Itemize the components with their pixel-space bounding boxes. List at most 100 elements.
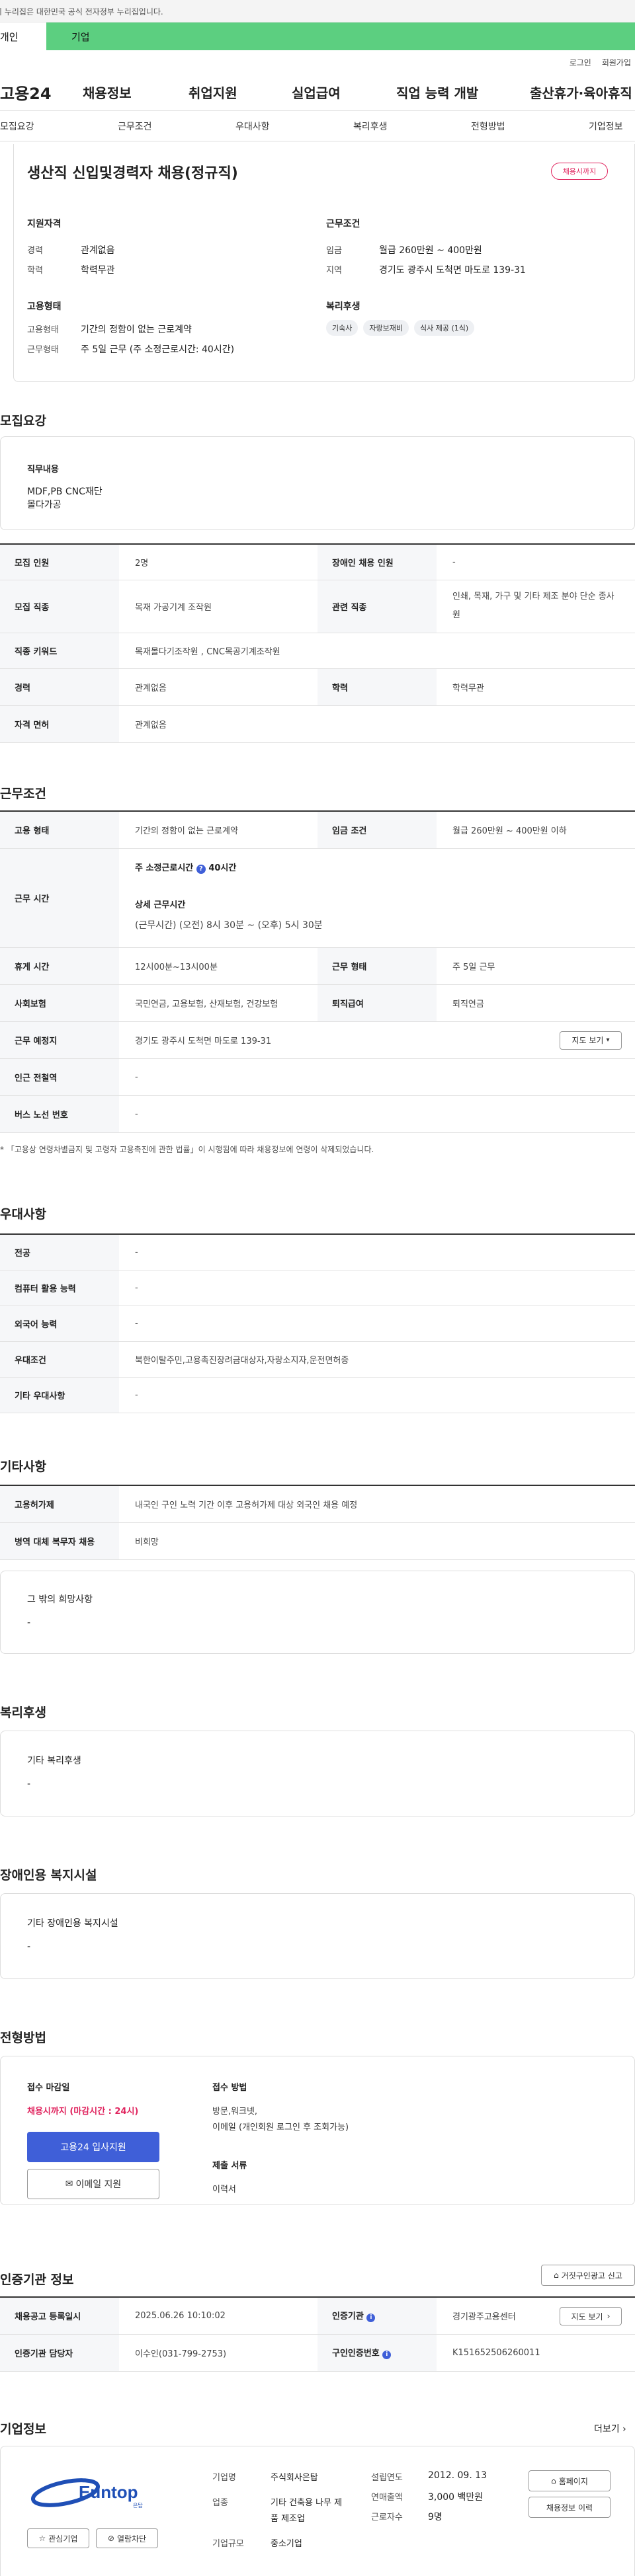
- block-button[interactable]: ⊘ 열람차단: [96, 2528, 158, 2548]
- company-more-link[interactable]: 더보기 ›: [594, 2422, 626, 2435]
- mail-icon: ✉: [65, 2179, 73, 2189]
- table-row: 우대조건 북한이탈주민,고용촉진장려금대상자,자랑소지자,운전면허증: [0, 1341, 635, 1378]
- subnav-conditions[interactable]: 근무조건: [118, 120, 235, 133]
- tab-enterprise[interactable]: 기업: [46, 22, 165, 50]
- summary-card: 생산직 신입및경력자 채용(정규직) 채용시까지 지원자격 경력 관계없음 학력…: [13, 144, 635, 382]
- row-label: 자격 면허: [0, 705, 119, 743]
- table-row: 인근 전철역 -: [0, 1058, 635, 1096]
- site-logo[interactable]: 고용24: [0, 81, 83, 104]
- interest-label: 관심기업: [48, 2534, 78, 2544]
- cond-title: 근무조건: [326, 219, 360, 229]
- welfare-tags: 기숙사 자랑보재비 식사 제공 (1식): [326, 320, 480, 336]
- signup-link[interactable]: 회원가입: [602, 57, 631, 68]
- disabled-value: -: [27, 1941, 31, 1952]
- row-value: 경기도 광주시 도척면 마도로 139-31: [135, 1036, 272, 1046]
- subnav-welfare[interactable]: 복리후생: [353, 120, 471, 133]
- process-section-title: 전형방법: [0, 2031, 46, 2045]
- other-wish-title: 그 밖의 희망사항: [27, 1594, 93, 1605]
- method-title: 접수 방법: [212, 2083, 247, 2093]
- hiring-history-button[interactable]: 채용정보 이력: [529, 2497, 611, 2518]
- section-nav: 모집요강 근무조건 우대사항 복리후생 전형방법 기업정보: [0, 111, 635, 141]
- welfare-tag: 식사 제공 (1식): [413, 320, 475, 336]
- agency-map-button[interactable]: 지도 보기 ›: [560, 2307, 622, 2325]
- etc-section-title: 기타사항: [0, 1460, 46, 1474]
- info-icon[interactable]: i: [382, 2351, 392, 2359]
- industry-label: 업종: [212, 2498, 228, 2508]
- row-label: 직종 키워드: [0, 633, 119, 669]
- wage-label: 임금: [326, 246, 342, 256]
- gov-banner-text: 이 누리집은 대한민국 공식 전자정부 누리집입니다.: [0, 7, 163, 17]
- job-title: 생산직 신입및경력자 채용(정규직): [27, 165, 238, 182]
- hours-week-label: 주 소정근로시간: [135, 863, 194, 873]
- row-label: 근무 예정지: [0, 1021, 119, 1059]
- company-card: Euntop 은탑 ☆ 관심기업 ⊘ 열람차단 기업명 주식회사은탑 업종 기타 건…: [0, 2446, 635, 2576]
- report-button[interactable]: ⌂ 거짓구인광고 신고: [541, 2265, 635, 2286]
- map-button[interactable]: 지도 보기 ▾: [560, 1031, 622, 1050]
- row-label: 근무 시간: [0, 848, 119, 948]
- docs-title: 제출 서류: [212, 2161, 247, 2171]
- table-row: 병역 대체 복무자 채용 비희망: [0, 1522, 635, 1560]
- gnb-unemployment-benefit[interactable]: 실업급여: [292, 83, 396, 102]
- row-label: 휴게 시간: [0, 947, 119, 985]
- gnb-jobs[interactable]: 채용정보: [83, 83, 189, 102]
- pref-section-title: 우대사항: [0, 1207, 46, 1222]
- table-row: 인증기관 담당자 이수인(031-799-2753) 구인인증번호 i K151652…: [0, 2334, 635, 2372]
- row-label: 외국어 능력: [0, 1306, 119, 1342]
- qual-title: 지원자격: [27, 219, 62, 229]
- gnb-parental-leave[interactable]: 출산휴가·육아휴직: [530, 83, 632, 102]
- email-apply-button[interactable]: ✉ 이메일 지원: [27, 2169, 159, 2199]
- row-value: -: [119, 1270, 635, 1306]
- info-icon[interactable]: ?: [196, 864, 206, 874]
- process-card: 접수 마감일 채용시까지 (마감시간 : 24시) 고용24 입사지원 ✉ 이메일…: [0, 2056, 635, 2205]
- row-value: 목재몰다기조작원 , CNC목공기계조작원: [119, 633, 635, 669]
- subnav-process[interactable]: 전형방법: [471, 120, 589, 133]
- company-size-label: 기업규모: [212, 2539, 244, 2549]
- subnav-recruit[interactable]: 모집요강: [0, 120, 118, 133]
- info-icon[interactable]: i: [366, 2314, 376, 2323]
- work-section-title: 근무조건: [0, 787, 46, 801]
- row-value: 학력무관: [437, 668, 635, 706]
- row-label: 사회보험: [0, 984, 119, 1022]
- table-row: 고용 형태 기간의 정함이 없는 근로계약 임금 조건 월급 260만원 ~ 400만…: [0, 811, 635, 849]
- other-wish-value: -: [27, 1618, 31, 1628]
- home-icon: ⌂: [551, 2476, 556, 2485]
- row-label: 인증기관: [332, 2312, 364, 2322]
- subnav-company[interactable]: 기업정보: [589, 120, 623, 133]
- row-label: 학력: [318, 668, 437, 706]
- row-value: 국민연금, 고용보험, 산재보험, 건강보험: [119, 984, 318, 1022]
- tab-personal[interactable]: 개인: [0, 22, 46, 50]
- duty-line: 몰다가공: [27, 500, 62, 510]
- gnb-training[interactable]: 직업 능력 개발: [396, 83, 530, 102]
- row-value: 관계없음: [119, 705, 635, 743]
- row-label: 버스 노선 번호: [0, 1095, 119, 1133]
- row-value: -: [437, 544, 635, 580]
- row-value: -: [119, 1234, 635, 1270]
- gnb-employment-support[interactable]: 취업지원: [189, 83, 292, 102]
- subnav-preferences[interactable]: 우대사항: [235, 120, 353, 133]
- edu-value: 학력무관: [81, 265, 115, 276]
- row-label: 장애인 채용 인원: [318, 544, 437, 580]
- founded-label: 설립연도: [371, 2473, 403, 2483]
- row-label: 퇴직급여: [318, 984, 437, 1022]
- table-row: 컴퓨터 활용 능력 -: [0, 1270, 635, 1306]
- login-link[interactable]: 로그인: [570, 57, 591, 68]
- interest-button[interactable]: ☆ 관심기업: [27, 2528, 89, 2548]
- career-value: 관계없음: [81, 245, 115, 256]
- row-label: 고용허가제: [0, 1485, 119, 1523]
- etc-table: 고용허가제 내국인 구인 노력 기간 이후 고용허가제 대상 외국인 채용 예정 …: [0, 1485, 635, 1560]
- row-label: 채용공고 등록일시: [0, 2297, 119, 2335]
- euntop-logo-icon: Euntop 은탑: [30, 2478, 143, 2509]
- row-label: 고용 형태: [0, 811, 119, 849]
- method-line: 이메일 (개인회원 로그인 후 조회가능): [212, 2123, 349, 2132]
- row-label: 관련 직종: [318, 580, 437, 633]
- welfare-tag: 기숙사: [326, 320, 359, 336]
- apply-button[interactable]: 고용24 입사지원: [27, 2132, 159, 2162]
- row-value: -: [119, 1095, 635, 1133]
- benefit-value: -: [27, 1779, 31, 1789]
- company-logo: Euntop 은탑: [27, 2473, 159, 2519]
- row-label: 모집 직종: [0, 580, 119, 633]
- homepage-button[interactable]: ⌂ 홈페이지: [529, 2470, 611, 2491]
- row-label: 인증기관 담당자: [0, 2334, 119, 2372]
- pref-table: 전공 - 컴퓨터 활용 능력 - 외국어 능력 - 우대조건 북한이탈주민,고용촉진장려…: [0, 1233, 635, 1413]
- row-label: 기타 우대사항: [0, 1377, 119, 1413]
